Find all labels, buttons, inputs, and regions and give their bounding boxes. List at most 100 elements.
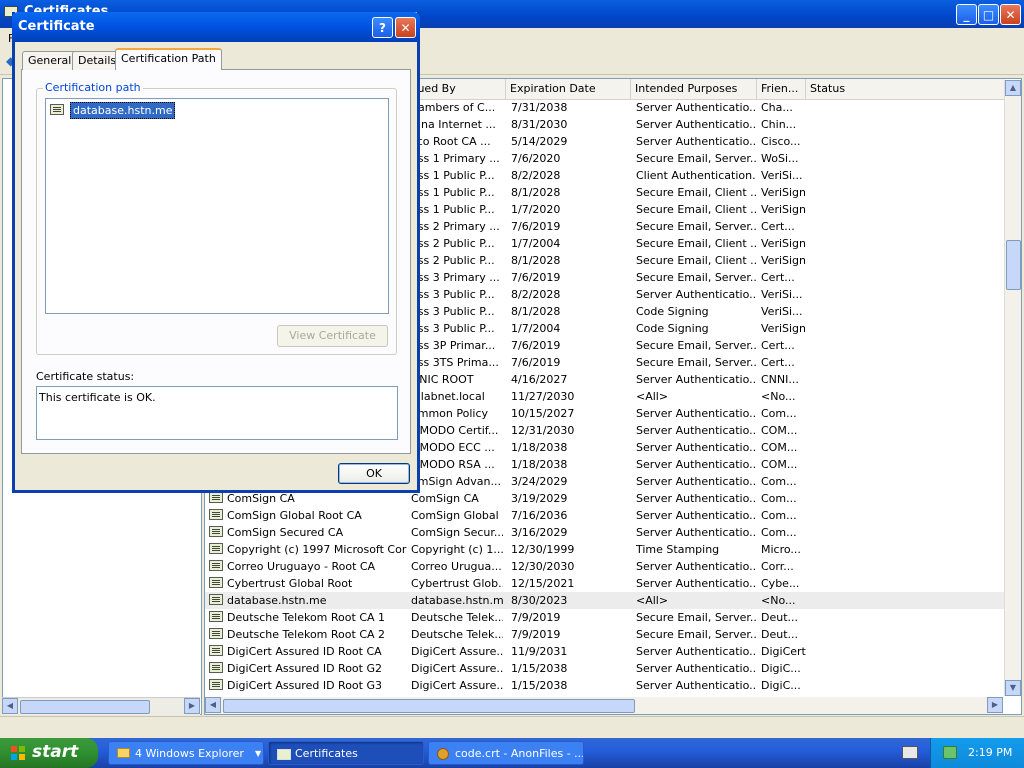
list-horizontal-scrollbar[interactable]: ◀ ▶ <box>205 697 1003 714</box>
close-button[interactable]: ✕ <box>1000 4 1021 25</box>
task-browser[interactable]: code.crt - AnonFiles - ... <box>428 741 584 765</box>
task-label: code.crt - AnonFiles - ... <box>455 747 584 760</box>
column-header-status[interactable]: Status <box>806 79 1005 99</box>
maximize-button[interactable]: □ <box>978 4 999 25</box>
purposes-cell: Server Authenticatio... <box>636 135 756 148</box>
expiration-cell: 3/16/2029 <box>511 526 568 539</box>
table-row[interactable]: DigiCert Assured ID Root G2 DigiCert Assu… <box>205 660 1005 677</box>
list-vertical-scrollbar[interactable]: ▲ ▼ <box>1004 80 1021 696</box>
path-item-label: database.hstn.me <box>70 102 176 119</box>
expiration-cell: 11/27/2030 <box>511 390 575 403</box>
purposes-cell: Secure Email, Client ... <box>636 186 756 199</box>
expiration-cell: 1/15/2038 <box>511 679 568 692</box>
table-row[interactable]: DigiCert Assured ID Root CA DigiCert Assu… <box>205 643 1005 660</box>
tab-general[interactable]: General <box>22 51 78 70</box>
task-certificates[interactable]: Certificates <box>268 741 424 765</box>
status-bar <box>0 716 1024 739</box>
friendly-name-cell: Cert... <box>761 271 795 284</box>
certificate-status-box[interactable]: This certificate is OK. <box>36 386 398 440</box>
scroll-down-button[interactable]: ▼ <box>1005 680 1021 696</box>
certificate-icon <box>209 543 223 554</box>
friendly-name-cell: Chin... <box>761 118 797 131</box>
folder-icon <box>117 748 130 758</box>
chevron-down-icon: ▼ <box>255 749 262 758</box>
scroll-thumb[interactable] <box>20 700 150 714</box>
issued-by-cell: ass 3P Primar... <box>411 339 496 352</box>
network-icon[interactable] <box>943 746 957 759</box>
help-button[interactable]: ? <box>372 17 393 38</box>
certificate-icon <box>209 594 223 605</box>
table-row[interactable]: Deutsche Telekom Root CA 2 Deutsche Telek… <box>205 626 1005 643</box>
purposes-cell: Server Authenticatio... <box>636 662 756 675</box>
friendly-name-cell: Com... <box>761 492 797 505</box>
certificate-icon <box>50 104 64 115</box>
issued-to-cell: Deutsche Telekom Root CA 1 <box>227 611 386 624</box>
table-row[interactable]: Copyright (c) 1997 Microsoft Corp. Copyri… <box>205 541 1005 558</box>
expiration-cell: 12/31/2030 <box>511 424 575 437</box>
dialog-close-button[interactable]: ✕ <box>395 17 416 38</box>
dialog-title: Certificate <box>18 19 95 34</box>
issued-by-cell: ass 3 Public P... <box>411 305 495 318</box>
certificate-icon <box>209 679 223 690</box>
column-header-friendly[interactable]: Frien... <box>757 79 806 99</box>
scroll-up-button[interactable]: ▲ <box>1005 80 1021 96</box>
purposes-cell: Secure Email, Server... <box>636 152 756 165</box>
column-header-issued-by[interactable]: ssued By <box>406 79 506 99</box>
friendly-name-cell: Deut... <box>761 628 799 641</box>
purposes-cell: Server Authenticatio... <box>636 475 756 488</box>
scroll-left-button[interactable]: ◀ <box>2 698 18 714</box>
task-windows-explorer[interactable]: 4 Windows Explorer ▼ <box>108 741 264 765</box>
table-row[interactable]: ComSign Global Root CA ComSign Global ...… <box>205 507 1005 524</box>
expiration-cell: 5/14/2029 <box>511 135 568 148</box>
scroll-right-button[interactable]: ▶ <box>987 697 1003 713</box>
column-header-expiration[interactable]: Expiration Date <box>506 79 631 99</box>
ok-button[interactable]: OK <box>338 463 410 484</box>
purposes-cell: Server Authenticatio... <box>636 560 756 573</box>
expiration-cell: 3/24/2029 <box>511 475 568 488</box>
purposes-cell: Server Authenticatio... <box>636 526 756 539</box>
issued-by-cell: ComSign Global ... <box>411 509 503 522</box>
certificate-icon <box>209 628 223 639</box>
scroll-right-button[interactable]: ▶ <box>184 698 200 714</box>
issued-by-cell: OMODO RSA ... <box>411 458 495 471</box>
table-row[interactable]: database.hstn.me database.hstn.me 8/30/202… <box>205 592 1005 609</box>
purposes-cell: Secure Email, Server... <box>636 356 756 369</box>
table-row[interactable]: Deutsche Telekom Root CA 1 Deutsche Telek… <box>205 609 1005 626</box>
keyboard-icon[interactable] <box>902 746 918 759</box>
friendly-name-cell: COM... <box>761 458 798 471</box>
purposes-cell: Secure Email, Client ... <box>636 254 756 267</box>
friendly-name-cell: Com... <box>761 475 797 488</box>
table-row[interactable]: ComSign Secured CA ComSign Secur... 3/16/2… <box>205 524 1005 541</box>
friendly-name-cell: Micro... <box>761 543 801 556</box>
expiration-cell: 7/6/2019 <box>511 356 561 369</box>
task-label: 4 Windows Explorer <box>135 747 244 760</box>
expiration-cell: 1/18/2038 <box>511 441 568 454</box>
minimize-button[interactable]: _ <box>956 4 977 25</box>
table-row[interactable]: DigiCert Assured ID Root G3 DigiCert Assu… <box>205 677 1005 694</box>
dialog-title-bar[interactable]: Certificate ? ✕ <box>12 12 420 42</box>
table-row[interactable]: Correo Uruguayo - Root CA Correo Urugua..… <box>205 558 1005 575</box>
certification-path-tree[interactable]: database.hstn.me <box>45 98 389 314</box>
issued-by-cell: sco Root CA ... <box>411 135 491 148</box>
issued-by-cell: database.hstn.me <box>411 594 503 607</box>
table-row[interactable]: Cybertrust Global Root Cybertrust Glob...… <box>205 575 1005 592</box>
issued-by-cell: ass 1 Public P... <box>411 169 495 182</box>
scroll-thumb[interactable] <box>1006 240 1021 290</box>
start-button[interactable]: start <box>0 738 98 768</box>
column-header-purposes[interactable]: Intended Purposes <box>631 79 757 99</box>
expiration-cell: 8/30/2023 <box>511 594 568 607</box>
expiration-cell: 7/31/2038 <box>511 101 568 114</box>
friendly-name-cell: VeriSign <box>761 254 806 267</box>
issued-by-cell: omSign Advan... <box>411 475 501 488</box>
tab-certification-path[interactable]: Certification Path <box>115 48 222 70</box>
view-certificate-button[interactable]: View Certificate <box>277 325 388 347</box>
tree-horizontal-scrollbar[interactable]: ◀ ▶ <box>2 697 200 715</box>
issued-by-cell: Correo Urugua... <box>411 560 502 573</box>
purposes-cell: Code Signing <box>636 305 709 318</box>
issued-to-cell: Deutsche Telekom Root CA 2 <box>227 628 386 641</box>
friendly-name-cell: Corr... <box>761 560 794 573</box>
scroll-left-button[interactable]: ◀ <box>205 697 221 713</box>
expiration-cell: 8/1/2028 <box>511 305 561 318</box>
friendly-name-cell: Cisco... <box>761 135 801 148</box>
scroll-thumb[interactable] <box>223 699 635 713</box>
